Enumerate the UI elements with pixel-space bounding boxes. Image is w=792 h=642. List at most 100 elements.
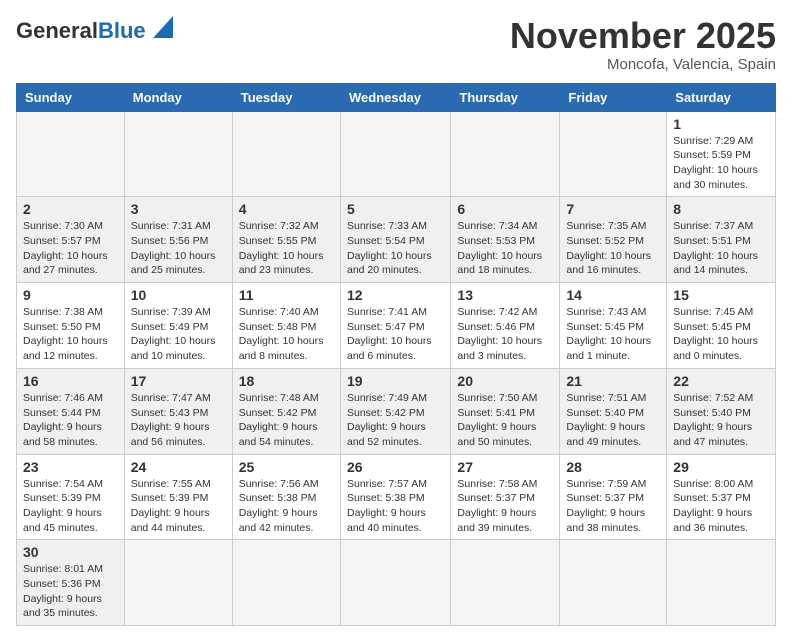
day-number: 15 bbox=[673, 287, 769, 303]
day-number: 7 bbox=[566, 201, 660, 217]
title-area: November 2025 Moncofa, Valencia, Spain bbox=[510, 16, 776, 73]
week-row-1: 1 Sunrise: 7:29 AM Sunset: 5:59 PM Daylig… bbox=[17, 111, 776, 197]
day-info: Sunrise: 7:35 AM Sunset: 5:52 PM Dayligh… bbox=[566, 219, 660, 278]
calendar-cell bbox=[124, 540, 232, 626]
calendar-cell bbox=[667, 540, 776, 626]
weekday-header-saturday: Saturday bbox=[667, 83, 776, 111]
calendar-cell bbox=[340, 111, 450, 197]
day-info: Sunrise: 7:34 AM Sunset: 5:53 PM Dayligh… bbox=[457, 219, 553, 278]
weekday-header-monday: Monday bbox=[124, 83, 232, 111]
day-info: Sunrise: 7:41 AM Sunset: 5:47 PM Dayligh… bbox=[347, 305, 444, 364]
week-row-6: 30Sunrise: 8:01 AM Sunset: 5:36 PM Dayli… bbox=[17, 540, 776, 626]
calendar-cell bbox=[124, 111, 232, 197]
day-info: Sunrise: 7:37 AM Sunset: 5:51 PM Dayligh… bbox=[673, 219, 769, 278]
calendar-subtitle: Moncofa, Valencia, Spain bbox=[510, 56, 776, 73]
calendar-cell: 17 Sunrise: 7:47 AM Sunset: 5:43 PM Dayli… bbox=[124, 368, 232, 454]
calendar-cell: 1 Sunrise: 7:29 AM Sunset: 5:59 PM Daylig… bbox=[667, 111, 776, 197]
weekday-header-row: SundayMondayTuesdayWednesdayThursdayFrid… bbox=[17, 83, 776, 111]
day-number: 2 bbox=[23, 201, 118, 217]
calendar-cell: 25 Sunrise: 7:56 AM Sunset: 5:38 PM Dayli… bbox=[232, 454, 340, 540]
day-info: Sunrise: 7:48 AM Sunset: 5:42 PM Dayligh… bbox=[239, 391, 334, 450]
calendar-cell bbox=[340, 540, 450, 626]
day-info: Sunrise: 7:54 AM Sunset: 5:39 PM Dayligh… bbox=[23, 477, 118, 536]
day-info: Sunrise: 8:00 AM Sunset: 5:37 PM Dayligh… bbox=[673, 477, 769, 536]
calendar-cell: 5 Sunrise: 7:33 AM Sunset: 5:54 PM Daylig… bbox=[340, 197, 450, 283]
calendar-cell: 12 Sunrise: 7:41 AM Sunset: 5:47 PM Dayli… bbox=[340, 283, 450, 369]
calendar-cell: 19 Sunrise: 7:49 AM Sunset: 5:42 PM Dayli… bbox=[340, 368, 450, 454]
week-row-4: 16 Sunrise: 7:46 AM Sunset: 5:44 PM Dayli… bbox=[17, 368, 776, 454]
calendar-cell bbox=[17, 111, 125, 197]
calendar-cell: 20Sunrise: 7:50 AM Sunset: 5:41 PM Dayli… bbox=[451, 368, 560, 454]
day-number: 16 bbox=[23, 373, 118, 389]
day-number: 11 bbox=[239, 287, 334, 303]
day-number: 19 bbox=[347, 373, 444, 389]
calendar-cell: 24 Sunrise: 7:55 AM Sunset: 5:39 PM Dayli… bbox=[124, 454, 232, 540]
calendar-cell: 18 Sunrise: 7:48 AM Sunset: 5:42 PM Dayli… bbox=[232, 368, 340, 454]
day-number: 24 bbox=[131, 459, 226, 475]
day-info: Sunrise: 7:49 AM Sunset: 5:42 PM Dayligh… bbox=[347, 391, 444, 450]
day-info: Sunrise: 7:40 AM Sunset: 5:48 PM Dayligh… bbox=[239, 305, 334, 364]
day-info: Sunrise: 7:59 AM Sunset: 5:37 PM Dayligh… bbox=[566, 477, 660, 536]
calendar-cell: 3Sunrise: 7:31 AM Sunset: 5:56 PM Daylig… bbox=[124, 197, 232, 283]
calendar-cell: 16 Sunrise: 7:46 AM Sunset: 5:44 PM Dayli… bbox=[17, 368, 125, 454]
day-number: 6 bbox=[457, 201, 553, 217]
day-info: Sunrise: 7:46 AM Sunset: 5:44 PM Dayligh… bbox=[23, 391, 118, 450]
day-info: Sunrise: 7:58 AM Sunset: 5:37 PM Dayligh… bbox=[457, 477, 553, 536]
calendar-cell: 7 Sunrise: 7:35 AM Sunset: 5:52 PM Daylig… bbox=[560, 197, 667, 283]
day-number: 1 bbox=[673, 116, 769, 132]
day-info: Sunrise: 7:32 AM Sunset: 5:55 PM Dayligh… bbox=[239, 219, 334, 278]
weekday-header-tuesday: Tuesday bbox=[232, 83, 340, 111]
day-info: Sunrise: 7:55 AM Sunset: 5:39 PM Dayligh… bbox=[131, 477, 226, 536]
day-number: 12 bbox=[347, 287, 444, 303]
calendar-cell bbox=[560, 111, 667, 197]
week-row-2: 2Sunrise: 7:30 AM Sunset: 5:57 PM Daylig… bbox=[17, 197, 776, 283]
day-number: 25 bbox=[239, 459, 334, 475]
day-number: 17 bbox=[131, 373, 226, 389]
day-info: Sunrise: 8:01 AM Sunset: 5:36 PM Dayligh… bbox=[23, 562, 118, 621]
day-number: 29 bbox=[673, 459, 769, 475]
logo-triangle-icon bbox=[153, 16, 173, 43]
calendar-cell: 13Sunrise: 7:42 AM Sunset: 5:46 PM Dayli… bbox=[451, 283, 560, 369]
day-info: Sunrise: 7:29 AM Sunset: 5:59 PM Dayligh… bbox=[673, 134, 769, 193]
day-number: 9 bbox=[23, 287, 118, 303]
calendar-title: November 2025 bbox=[510, 16, 776, 56]
page-header: GeneralBlue November 2025 Moncofa, Valen… bbox=[16, 16, 776, 73]
calendar-cell: 14Sunrise: 7:43 AM Sunset: 5:45 PM Dayli… bbox=[560, 283, 667, 369]
calendar-cell: 11 Sunrise: 7:40 AM Sunset: 5:48 PM Dayli… bbox=[232, 283, 340, 369]
day-number: 27 bbox=[457, 459, 553, 475]
day-info: Sunrise: 7:50 AM Sunset: 5:41 PM Dayligh… bbox=[457, 391, 553, 450]
calendar-cell: 22 Sunrise: 7:52 AM Sunset: 5:40 PM Dayli… bbox=[667, 368, 776, 454]
weekday-header-wednesday: Wednesday bbox=[340, 83, 450, 111]
logo-text: GeneralBlue bbox=[16, 18, 146, 44]
calendar-cell: 26 Sunrise: 7:57 AM Sunset: 5:38 PM Dayli… bbox=[340, 454, 450, 540]
calendar-cell bbox=[560, 540, 667, 626]
week-row-3: 9 Sunrise: 7:38 AM Sunset: 5:50 PM Daylig… bbox=[17, 283, 776, 369]
calendar-cell: 10 Sunrise: 7:39 AM Sunset: 5:49 PM Dayli… bbox=[124, 283, 232, 369]
day-info: Sunrise: 7:47 AM Sunset: 5:43 PM Dayligh… bbox=[131, 391, 226, 450]
day-info: Sunrise: 7:33 AM Sunset: 5:54 PM Dayligh… bbox=[347, 219, 444, 278]
day-number: 18 bbox=[239, 373, 334, 389]
calendar-cell: 6 Sunrise: 7:34 AM Sunset: 5:53 PM Daylig… bbox=[451, 197, 560, 283]
day-info: Sunrise: 7:51 AM Sunset: 5:40 PM Dayligh… bbox=[566, 391, 660, 450]
day-number: 14 bbox=[566, 287, 660, 303]
day-number: 26 bbox=[347, 459, 444, 475]
calendar-cell: 28Sunrise: 7:59 AM Sunset: 5:37 PM Dayli… bbox=[560, 454, 667, 540]
weekday-header-sunday: Sunday bbox=[17, 83, 125, 111]
day-info: Sunrise: 7:38 AM Sunset: 5:50 PM Dayligh… bbox=[23, 305, 118, 364]
calendar-cell: 23Sunrise: 7:54 AM Sunset: 5:39 PM Dayli… bbox=[17, 454, 125, 540]
day-number: 3 bbox=[131, 201, 226, 217]
week-row-5: 23Sunrise: 7:54 AM Sunset: 5:39 PM Dayli… bbox=[17, 454, 776, 540]
calendar-cell bbox=[232, 111, 340, 197]
calendar-cell: 4Sunrise: 7:32 AM Sunset: 5:55 PM Daylig… bbox=[232, 197, 340, 283]
day-number: 22 bbox=[673, 373, 769, 389]
day-info: Sunrise: 7:52 AM Sunset: 5:40 PM Dayligh… bbox=[673, 391, 769, 450]
day-number: 10 bbox=[131, 287, 226, 303]
calendar-cell: 27 Sunrise: 7:58 AM Sunset: 5:37 PM Dayli… bbox=[451, 454, 560, 540]
day-info: Sunrise: 7:56 AM Sunset: 5:38 PM Dayligh… bbox=[239, 477, 334, 536]
weekday-header-thursday: Thursday bbox=[451, 83, 560, 111]
calendar-cell: 8Sunrise: 7:37 AM Sunset: 5:51 PM Daylig… bbox=[667, 197, 776, 283]
logo: GeneralBlue bbox=[16, 16, 173, 45]
day-info: Sunrise: 7:57 AM Sunset: 5:38 PM Dayligh… bbox=[347, 477, 444, 536]
day-number: 5 bbox=[347, 201, 444, 217]
day-info: Sunrise: 7:39 AM Sunset: 5:49 PM Dayligh… bbox=[131, 305, 226, 364]
